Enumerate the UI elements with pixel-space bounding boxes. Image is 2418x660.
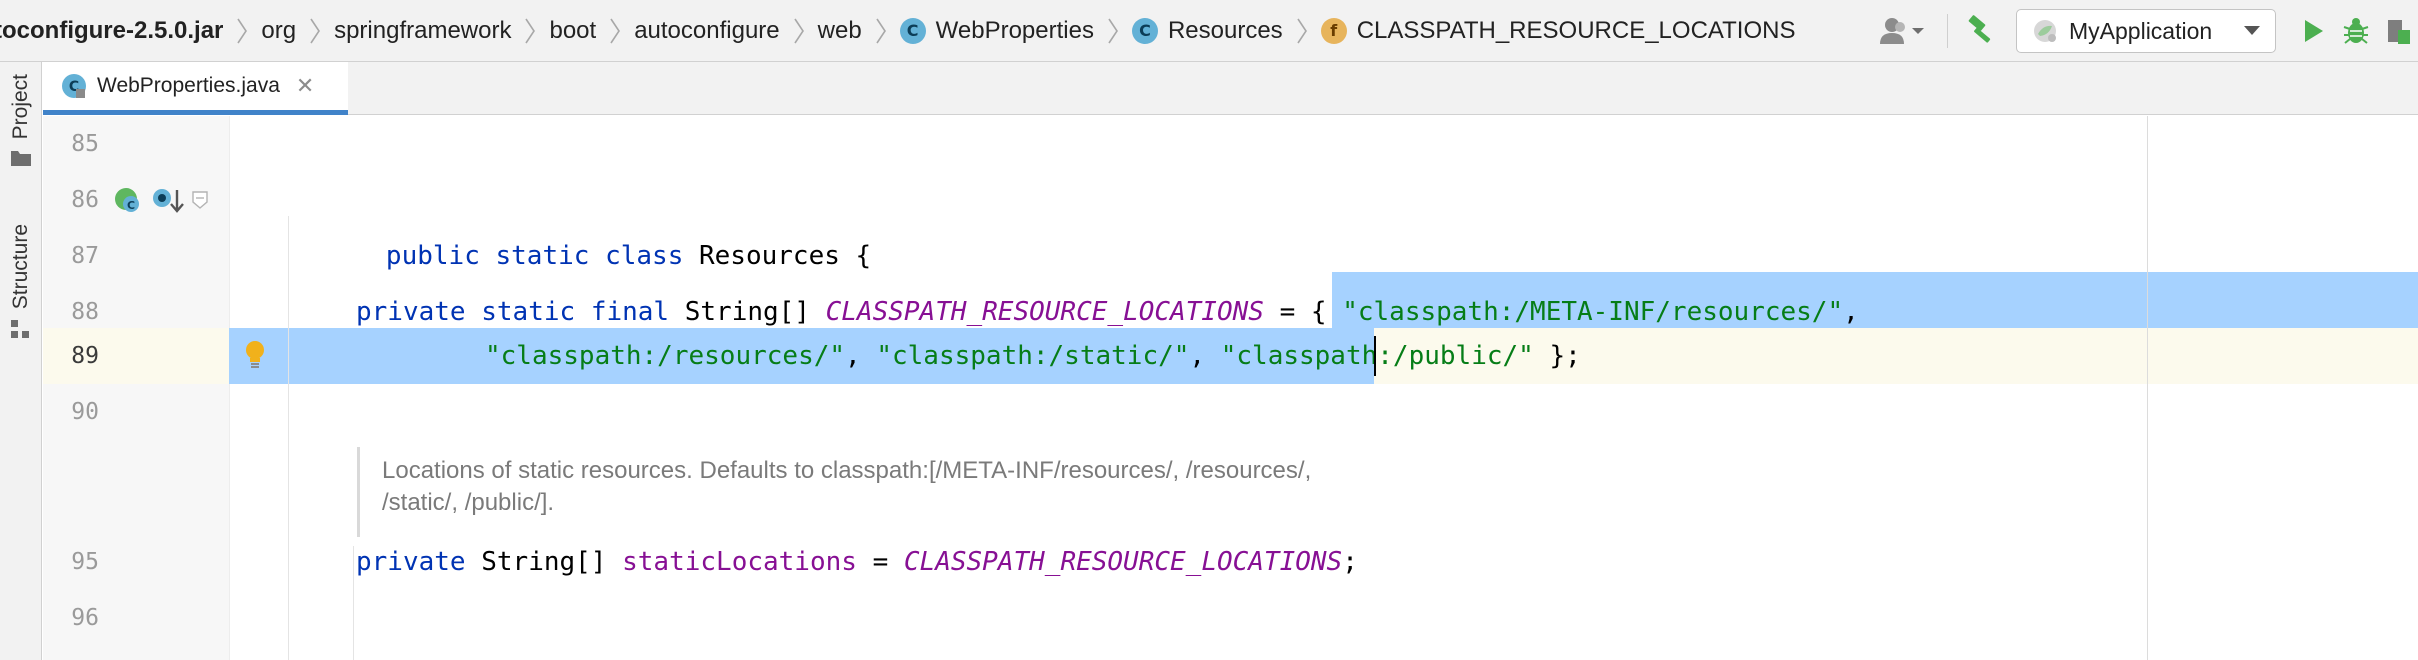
run-configuration-selector[interactable]: MyApplication: [2016, 9, 2276, 53]
code-editor[interactable]: 85 86 C public static class Resources { …: [43, 116, 2418, 660]
run-icon[interactable]: [2294, 11, 2334, 51]
folder-icon: [11, 151, 31, 167]
code-text: public static class Resources {: [385, 241, 872, 271]
line-number: 96: [71, 605, 99, 631]
hammer-build-icon[interactable]: [1964, 11, 1998, 51]
chevron-right-icon: [608, 16, 622, 46]
breadcrumb-label: Resources: [1167, 16, 1283, 44]
breadcrumb-org[interactable]: org: [261, 0, 296, 61]
chevron-down-icon: [2244, 26, 2260, 35]
run-configuration-label: MyApplication: [2069, 17, 2213, 44]
doc-comment-line: Locations of static resources. Defaults …: [382, 457, 1312, 484]
code-text: private String[] staticLocations = CLASS…: [356, 547, 1358, 577]
implemented-down-icon[interactable]: [151, 186, 185, 216]
text-caret: [1374, 336, 1376, 376]
line-number: 87: [71, 243, 99, 269]
chevron-right-icon: [1106, 16, 1120, 46]
project-tab-label: Project: [9, 74, 32, 140]
breadcrumb-springframework[interactable]: springframework: [334, 0, 511, 61]
chevron-right-icon: [235, 16, 249, 46]
rendered-doc-comment[interactable]: Locations of static resources. Defaults …: [357, 447, 1557, 537]
breadcrumb: toconfigure-2.5.0.jar org springframewor…: [0, 0, 1795, 61]
chevron-right-icon: [792, 16, 806, 46]
breadcrumb-autoconfigure[interactable]: autoconfigure: [634, 0, 779, 61]
structure-tab-label: Structure: [9, 224, 32, 310]
close-icon[interactable]: ✕: [296, 73, 314, 99]
line-number: 85: [71, 131, 99, 157]
svg-text:C: C: [127, 199, 135, 212]
code-line: 89 "classpath:/resources/", "classpath:/…: [43, 328, 2418, 384]
breadcrumb-jar[interactable]: toconfigure-2.5.0.jar: [0, 0, 223, 61]
structure-tool-tab[interactable]: Structure: [0, 224, 42, 339]
user-icon[interactable]: [1877, 11, 1931, 51]
breadcrumb-field[interactable]: f CLASSPATH_RESOURCE_LOCATIONS: [1320, 0, 1796, 61]
breadcrumb-resources[interactable]: C Resources: [1131, 0, 1283, 61]
breadcrumb-web[interactable]: web: [818, 0, 862, 61]
breadcrumb-label: WebProperties: [935, 16, 1094, 44]
toolbar-divider: [1947, 14, 1948, 48]
class-icon: C: [62, 74, 86, 98]
breadcrumb-label: CLASSPATH_RESOURCE_LOCATIONS: [1356, 16, 1796, 44]
chevron-right-icon: [1295, 16, 1309, 46]
navigation-bar: toconfigure-2.5.0.jar org springframewor…: [0, 0, 2418, 62]
breadcrumb-webproperties[interactable]: C WebProperties: [899, 0, 1094, 61]
spring-bean-icon[interactable]: C: [113, 186, 143, 216]
code-line: 96: [43, 590, 2418, 646]
chevron-right-icon: [874, 16, 888, 46]
field-icon: f: [1320, 17, 1347, 44]
class-icon: C: [899, 17, 926, 44]
line-number: 86: [71, 187, 99, 213]
editor-tab-bar: C WebProperties.java ✕: [43, 62, 2418, 115]
code-line: 86 C public static class Resources {: [43, 172, 2418, 271]
inner-class-icon: C: [1131, 17, 1158, 44]
main-toolbar: MyApplication: [1877, 0, 2418, 62]
code-line: 95 private String[] staticLocations = CL…: [43, 534, 2418, 590]
line-number: 90: [71, 399, 99, 425]
code-line: 85: [43, 116, 2418, 172]
line-number: 95: [71, 549, 99, 575]
chevron-right-icon: [523, 16, 537, 46]
spring-boot-icon: [2034, 20, 2056, 42]
debug-icon[interactable]: [2334, 11, 2378, 51]
coverage-icon[interactable]: [2378, 11, 2418, 51]
breadcrumb-boot[interactable]: boot: [549, 0, 596, 61]
code-line: 90: [43, 384, 2418, 440]
tab-webproperties-java[interactable]: C WebProperties.java ✕: [43, 62, 348, 115]
doc-comment-line: /static/, /public/].: [382, 489, 555, 516]
line-number: 89: [71, 343, 99, 369]
code-text: "classpath:/resources/", "classpath:/sta…: [485, 341, 1581, 371]
project-tool-tab[interactable]: Project: [0, 74, 42, 167]
tab-label: WebProperties.java: [97, 74, 280, 97]
chevron-right-icon: [308, 16, 322, 46]
code-line: 87: [43, 228, 2418, 284]
fold-marker-icon[interactable]: [191, 190, 209, 210]
tool-window-strip: Project Structure: [0, 62, 42, 660]
structure-icon: [11, 320, 29, 339]
intention-bulb-icon[interactable]: [244, 340, 266, 370]
